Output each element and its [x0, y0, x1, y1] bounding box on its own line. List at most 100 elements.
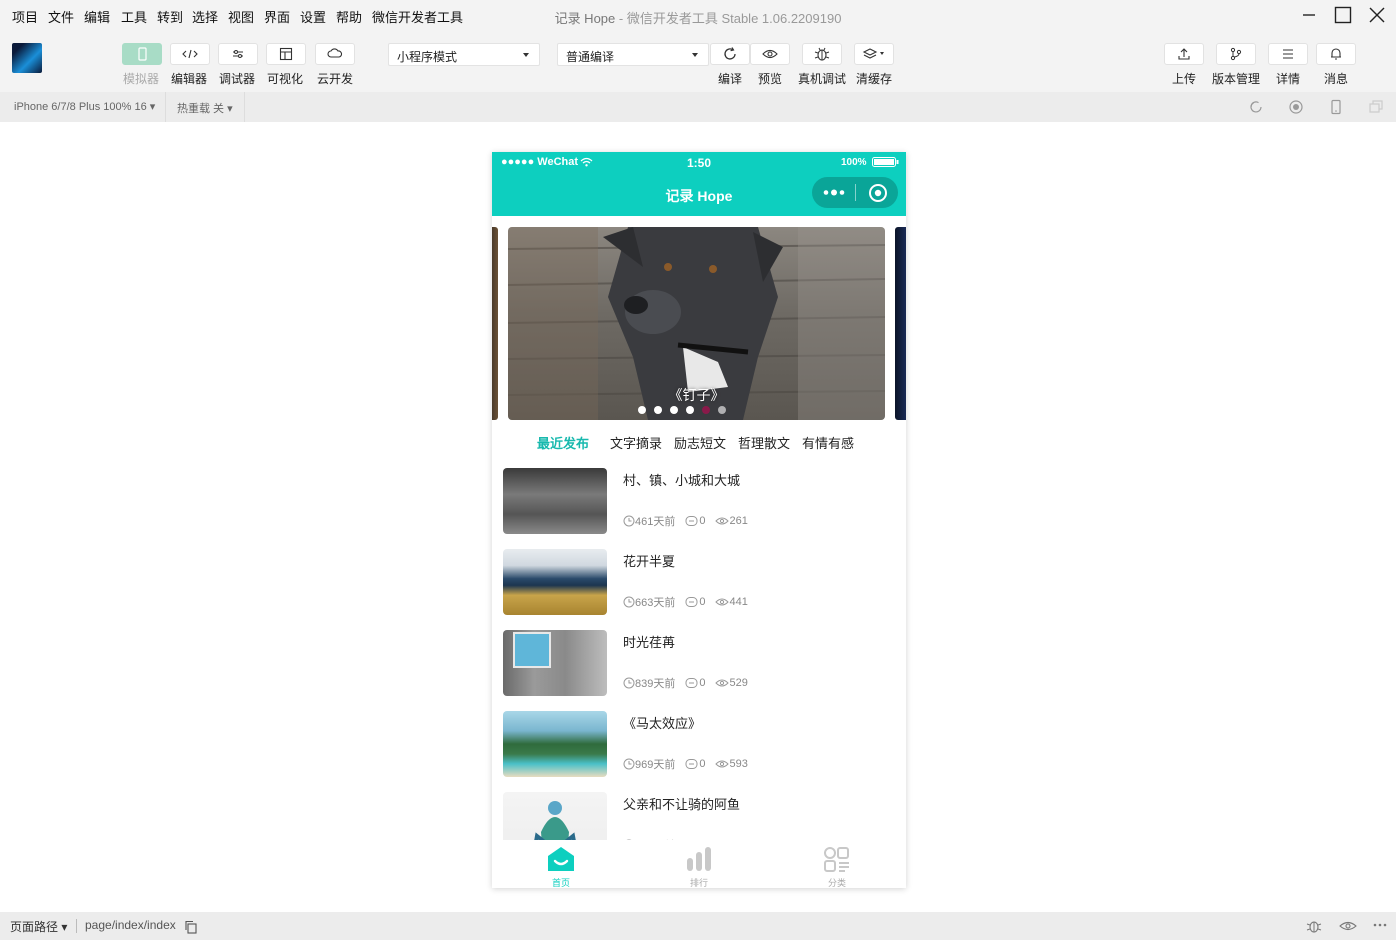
version-button[interactable]	[1216, 43, 1256, 65]
remote-debug-button[interactable]	[802, 43, 842, 65]
minimize-icon	[1303, 14, 1315, 16]
menu-item[interactable]: 帮助	[336, 7, 362, 26]
cloud-icon	[327, 48, 343, 58]
divider	[244, 92, 245, 122]
simulator-subbar: iPhone 6/7/8 Plus 100% 16 ▾ 热重载 关 ▾	[0, 92, 1396, 122]
simulator-button[interactable]	[122, 43, 162, 65]
detach-icon[interactable]	[1368, 99, 1384, 115]
menu-item[interactable]: 视图	[228, 7, 254, 26]
code-icon	[182, 49, 198, 59]
messages-label: 消息	[1324, 72, 1349, 86]
post-title: 《马太效应》	[623, 716, 702, 731]
menu-item[interactable]: 项目	[12, 7, 38, 26]
menu-item[interactable]: 选择	[192, 7, 218, 26]
menubar: 项目 文件 编辑 工具 转到 选择 视图 界面 设置 帮助 微信开发者工具 记录 Hope - 微信…	[0, 0, 1396, 31]
window-title-subtitle: 微信开发者工具 Stable 1.06.2209190	[626, 11, 842, 26]
messages-button[interactable]	[1316, 43, 1356, 65]
refresh-icon	[724, 47, 736, 60]
comment-icon	[685, 597, 698, 607]
tabbar-category[interactable]: 分类	[768, 840, 906, 888]
details-button[interactable]	[1268, 43, 1308, 65]
banner-next-peek	[895, 227, 906, 420]
hotreload-select[interactable]: 热重载 关 ▾	[177, 100, 233, 116]
minimize-button[interactable]	[1296, 4, 1322, 26]
menu-item[interactable]: 文件	[48, 7, 74, 26]
tab-emotions[interactable]: 有情有感	[802, 433, 854, 452]
banner-dot[interactable]	[702, 406, 710, 414]
comment-icon	[685, 759, 698, 769]
device-icon[interactable]	[1328, 99, 1344, 115]
project-avatar[interactable]	[12, 43, 42, 73]
debugger-label: 调试器	[219, 72, 256, 86]
banner-swiper[interactable]: 《钉子》	[492, 227, 906, 420]
post-meta: 969天前 0 593	[623, 756, 748, 772]
menu-item[interactable]: 微信开发者工具	[372, 7, 463, 26]
post-item[interactable]: 时光荏苒 839天前 0 529	[503, 630, 895, 696]
tab-recent[interactable]: 最近发布	[537, 433, 589, 452]
cloud-button[interactable]	[315, 43, 355, 65]
post-days: 969天前	[635, 759, 676, 771]
rank-icon	[687, 847, 711, 871]
menu-item[interactable]: 工具	[121, 7, 147, 26]
post-item[interactable]: 村、镇、小城和大城 461天前 0 261	[503, 468, 895, 534]
clock-icon	[623, 677, 635, 689]
copy-icon[interactable]	[184, 920, 198, 934]
record-icon[interactable]	[1288, 99, 1304, 115]
eye-icon	[715, 760, 730, 768]
close-miniapp-icon[interactable]	[868, 183, 888, 203]
compile-select[interactable]: 普通编译	[557, 43, 709, 66]
post-item[interactable]: 花开半夏 663天前 0 441	[503, 549, 895, 615]
tabbar-category-label: 分类	[827, 878, 846, 888]
clock-icon	[623, 596, 635, 608]
bell-icon	[1331, 48, 1341, 60]
clock-icon	[623, 758, 635, 770]
preview-button[interactable]	[750, 43, 790, 65]
phone-simulator: ●●●●● WeChat 1:50 100% 记录 Hope 《钉子》 最近发布…	[492, 152, 906, 888]
page-path-toggle[interactable]: 页面路径 ▾	[10, 918, 67, 935]
upload-label: 上传	[1172, 72, 1197, 86]
bug-icon[interactable]	[1305, 918, 1323, 934]
maximize-icon	[1334, 6, 1352, 24]
tabbar-home[interactable]: 首页	[492, 840, 630, 888]
close-button[interactable]	[1364, 4, 1390, 26]
tab-inspirational[interactable]: 励志短文	[674, 433, 726, 452]
divider	[855, 184, 856, 201]
post-thumbnail	[503, 630, 607, 696]
mode-select[interactable]: 小程序模式	[388, 43, 540, 66]
more-icon[interactable]	[1372, 922, 1388, 928]
tabbar-rank[interactable]: 排行	[630, 840, 768, 888]
banner-dot[interactable]	[686, 406, 694, 414]
post-views: 261	[729, 515, 748, 527]
post-comments: 0	[699, 677, 706, 689]
post-item[interactable]: 《马太效应》 969天前 0 593	[503, 711, 895, 777]
editor-button[interactable]	[170, 43, 210, 65]
menu-item[interactable]: 界面	[264, 7, 290, 26]
compile-button[interactable]	[710, 43, 750, 65]
chevron-down-icon	[692, 53, 698, 57]
device-select[interactable]: iPhone 6/7/8 Plus 100% 16 ▾	[14, 100, 155, 113]
more-icon[interactable]	[821, 186, 847, 199]
page-path: page/index/index	[85, 918, 176, 932]
upload-button[interactable]	[1164, 43, 1204, 65]
menu-icon	[1283, 49, 1293, 59]
banner-dot[interactable]	[670, 406, 678, 414]
eye-icon[interactable]	[1339, 920, 1357, 932]
clear-cache-button[interactable]	[854, 43, 894, 65]
battery-icon	[872, 157, 899, 167]
post-thumbnail	[503, 468, 607, 534]
chevron-down-icon	[523, 53, 529, 57]
debugger-button[interactable]	[218, 43, 258, 65]
banner-dot[interactable]	[654, 406, 662, 414]
compile-label: 编译	[718, 72, 743, 86]
tab-excerpts[interactable]: 文字摘录	[610, 433, 662, 452]
tab-philosophy[interactable]: 哲理散文	[738, 433, 790, 452]
banner-dot[interactable]	[638, 406, 646, 414]
banner-dot[interactable]	[718, 406, 726, 414]
menu-item[interactable]: 编辑	[84, 7, 110, 26]
rotate-icon[interactable]	[1248, 99, 1264, 115]
maximize-button[interactable]	[1330, 4, 1356, 26]
menu-item[interactable]: 设置	[300, 7, 326, 26]
post-thumbnail	[503, 711, 607, 777]
menu-item[interactable]: 转到	[157, 7, 183, 26]
visual-button[interactable]	[266, 43, 306, 65]
